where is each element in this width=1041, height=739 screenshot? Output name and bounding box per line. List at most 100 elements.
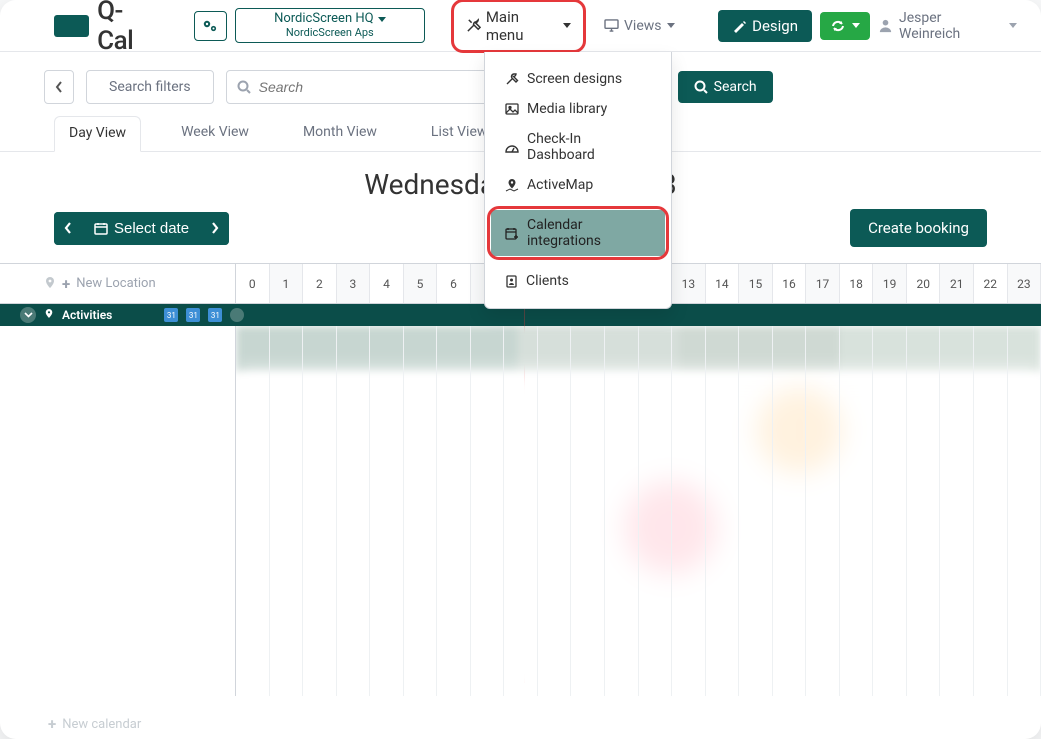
- hour-cell: 13: [672, 264, 706, 303]
- grid-col: [270, 326, 304, 696]
- views-label: Views: [624, 18, 662, 34]
- chevron-down-icon: [24, 312, 33, 318]
- new-calendar-label: New calendar: [62, 717, 141, 732]
- hour-cell: 18: [840, 264, 874, 303]
- tab-week-view[interactable]: Week View: [167, 116, 263, 151]
- design-button[interactable]: Design: [718, 10, 812, 42]
- timeline-grid-left: [0, 326, 236, 696]
- user-name-label: Jesper Weinreich: [899, 10, 1003, 42]
- app-window: Q-Cal NordicScreen HQ NordicScreen Aps M…: [0, 0, 1041, 739]
- timeline-grid-right[interactable]: [236, 326, 1041, 696]
- grid-col: [437, 326, 471, 696]
- grid-col: [236, 326, 270, 696]
- grid-col: [739, 326, 773, 696]
- select-date-button[interactable]: Select date: [82, 212, 201, 245]
- dashboard-icon: [505, 141, 519, 153]
- menu-item-screen-designs[interactable]: Screen designs: [491, 64, 665, 94]
- grid-col: [504, 326, 538, 696]
- prev-date-button[interactable]: [54, 212, 82, 245]
- menu-item-label: Check-In Dashboard: [527, 131, 651, 163]
- hour-cell: 6: [437, 264, 471, 303]
- views-trigger[interactable]: Views: [594, 12, 685, 40]
- image-icon: [505, 103, 519, 115]
- next-date-button[interactable]: [201, 212, 229, 245]
- search-filters-button[interactable]: Search filters: [86, 70, 214, 104]
- chevron-left-icon: [55, 81, 63, 93]
- logo: Q-Cal: [54, 0, 158, 56]
- user-menu[interactable]: Jesper Weinreich: [878, 10, 1017, 42]
- search-icon: [694, 80, 708, 94]
- timeline: + New Location 0123456789101112131415161…: [0, 263, 1041, 696]
- hour-cell: 23: [1008, 264, 1041, 303]
- grid-columns: [236, 326, 1041, 696]
- app-name: Q-Cal: [97, 0, 157, 56]
- user-icon: [878, 18, 893, 33]
- design-label: Design: [752, 17, 798, 35]
- grid-col: [773, 326, 807, 696]
- hour-cell: 22: [974, 264, 1008, 303]
- grid-col: [907, 326, 941, 696]
- mini-calendar-icon-3[interactable]: 31: [208, 308, 222, 322]
- tab-month-view[interactable]: Month View: [289, 116, 391, 151]
- main-menu-label: Main menu: [486, 8, 558, 44]
- search-filters-label: Search filters: [109, 79, 191, 95]
- grid-col: [672, 326, 706, 696]
- new-location-label: New Location: [76, 276, 155, 291]
- tab-label: Week View: [181, 124, 249, 140]
- tab-day-view[interactable]: Day View: [54, 116, 141, 152]
- caret-down-icon: [852, 23, 860, 28]
- refresh-button[interactable]: [820, 12, 870, 40]
- tools-icon: [466, 18, 481, 33]
- hour-cell: 3: [337, 264, 371, 303]
- gears-icon: [202, 19, 218, 33]
- grid-col: [571, 326, 605, 696]
- grid-col: [639, 326, 673, 696]
- hour-cell: 15: [739, 264, 773, 303]
- hour-cell: 2: [303, 264, 337, 303]
- menu-item-media-library[interactable]: Media library: [491, 94, 665, 124]
- hour-cell: 21: [940, 264, 974, 303]
- logo-mark: [54, 15, 89, 37]
- grid-col: [404, 326, 438, 696]
- new-location-button[interactable]: + New Location: [0, 264, 236, 303]
- clients-icon: [505, 275, 518, 288]
- calendar-icon: [94, 222, 108, 235]
- tab-label: Month View: [303, 124, 377, 140]
- menu-item-clients[interactable]: Clients: [491, 266, 665, 296]
- menu-item-activemap[interactable]: ActiveMap: [491, 170, 665, 200]
- main-menu-trigger[interactable]: Main menu: [451, 0, 586, 53]
- hour-cell: 1: [270, 264, 304, 303]
- menu-item-label: Clients: [526, 273, 569, 289]
- mini-calendar-icon-2[interactable]: 31: [186, 308, 200, 322]
- hour-cell: 0: [236, 264, 270, 303]
- mini-clock-icon[interactable]: [230, 308, 244, 322]
- settings-button[interactable]: [194, 11, 227, 41]
- caret-down-icon: [1009, 23, 1017, 28]
- collapse-activities-button[interactable]: [20, 307, 36, 323]
- activities-label: Activities: [62, 308, 112, 322]
- calendar-plus-icon: [505, 227, 519, 240]
- hour-cell: 4: [370, 264, 404, 303]
- new-calendar-ghost: + New calendar: [48, 715, 141, 733]
- map-icon: [505, 179, 519, 192]
- menu-item-checkin-dashboard[interactable]: Check-In Dashboard: [491, 124, 665, 170]
- org-secondary-label: NordicScreen Aps: [286, 27, 374, 39]
- collapse-filters-button[interactable]: [44, 70, 74, 104]
- grid-col: [806, 326, 840, 696]
- topbar: Q-Cal NordicScreen HQ NordicScreen Aps M…: [0, 0, 1041, 52]
- refresh-icon: [830, 19, 846, 33]
- grid-col: [840, 326, 874, 696]
- search-button[interactable]: Search: [678, 71, 773, 103]
- grid-col: [471, 326, 505, 696]
- grid-col: [538, 326, 572, 696]
- chevron-right-icon: [211, 222, 219, 234]
- tab-label: Day View: [69, 125, 126, 141]
- org-selector[interactable]: NordicScreen HQ NordicScreen Aps: [235, 8, 425, 42]
- menu-item-label: ActiveMap: [527, 177, 593, 193]
- create-booking-button[interactable]: Create booking: [850, 209, 987, 247]
- mini-calendar-icon-1[interactable]: 31: [164, 308, 178, 322]
- menu-item-calendar-integrations[interactable]: Calendar integrations: [491, 210, 665, 256]
- caret-down-icon: [563, 23, 571, 28]
- timeline-grid: [0, 326, 1041, 696]
- grid-col: [873, 326, 907, 696]
